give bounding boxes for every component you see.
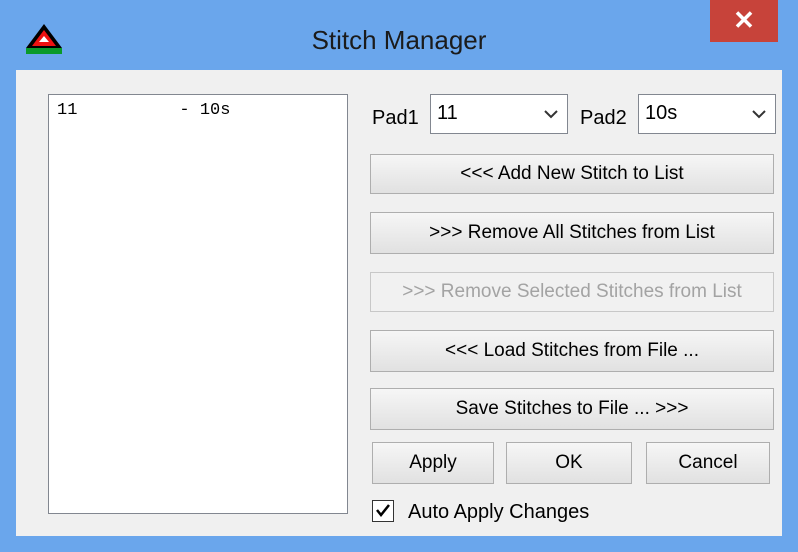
chevron-down-icon (752, 110, 766, 119)
list-item[interactable]: 11 - 10s (57, 101, 230, 120)
window-title: Stitch Manager (311, 25, 487, 55)
pad1-label: Pad1 (372, 107, 419, 129)
stitch-listbox[interactable]: 11 - 10s (48, 94, 348, 514)
title-bar[interactable]: Stitch Manager ✕ (0, 0, 798, 80)
pad2-label: Pad2 (580, 107, 627, 129)
close-button[interactable]: ✕ (710, 0, 778, 42)
stitch-manager-window: Stitch Manager ✕ 11 - 10s Pad1 11 Pad2 1… (0, 0, 798, 552)
pad2-value: 10s (645, 102, 678, 124)
remove-selected-stitches-button[interactable]: >>> Remove Selected Stitches from List (370, 272, 774, 312)
cancel-button[interactable]: Cancel (646, 442, 770, 484)
pad1-value: 11 (437, 102, 458, 124)
load-stitches-button[interactable]: <<< Load Stitches from File ... (370, 330, 774, 372)
pad1-select[interactable]: 11 (430, 94, 568, 134)
add-stitch-button[interactable]: <<< Add New Stitch to List (370, 154, 774, 194)
auto-apply-label: Auto Apply Changes (408, 501, 590, 523)
chevron-down-icon (544, 110, 558, 119)
apply-button[interactable]: Apply (372, 442, 494, 484)
save-stitches-button[interactable]: Save Stitches to File ... >>> (370, 388, 774, 430)
auto-apply-checkbox[interactable] (372, 500, 394, 522)
pad2-select[interactable]: 10s (638, 94, 776, 134)
remove-all-stitches-button[interactable]: >>> Remove All Stitches from List (370, 212, 774, 254)
ok-button[interactable]: OK (506, 442, 632, 484)
checkmark-icon (376, 504, 390, 518)
